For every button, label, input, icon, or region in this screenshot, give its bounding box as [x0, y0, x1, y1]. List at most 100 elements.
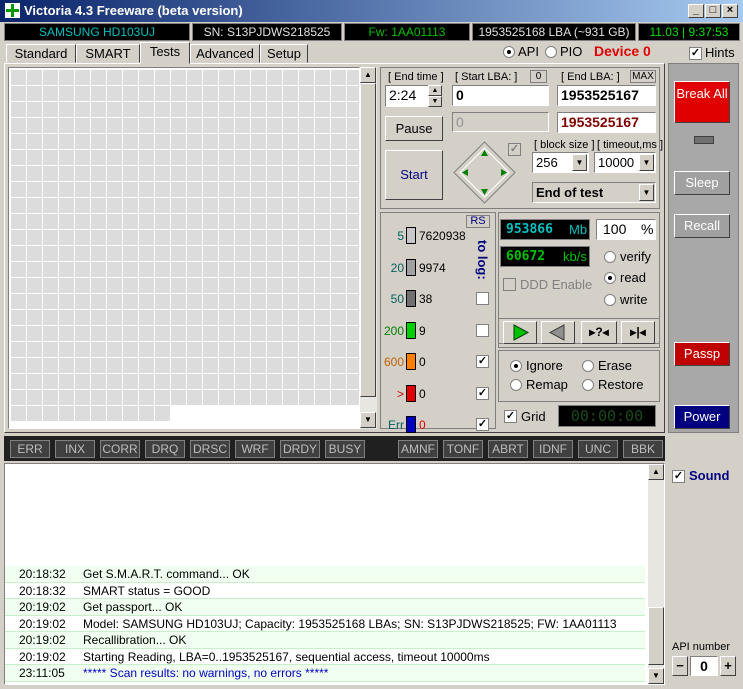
scroll-up-icon[interactable]: ▲: [360, 67, 376, 83]
sound-checkbox[interactable]: ✓: [672, 470, 685, 483]
chevron-down-icon[interactable]: ▼: [639, 184, 654, 201]
rewind-button[interactable]: [541, 321, 575, 344]
start-button[interactable]: Start: [385, 150, 443, 200]
end-lba-field[interactable]: 1953525167: [557, 85, 656, 106]
block-size-select[interactable]: 256 ▼: [532, 152, 589, 173]
erase-radio[interactable]: [582, 360, 594, 372]
start-lba-field[interactable]: 0: [452, 85, 549, 106]
end-lba-field-2[interactable]: 1953525167: [557, 112, 656, 133]
grid-cell: [107, 262, 122, 277]
grid-cell: [347, 310, 359, 325]
grid-cell: [315, 390, 330, 405]
chevron-down-icon[interactable]: ▼: [639, 154, 654, 171]
grid-cell: [267, 150, 282, 165]
ignore-radio[interactable]: [510, 360, 522, 372]
grid-cell: [75, 294, 90, 309]
scroll-thumb[interactable]: [360, 83, 376, 397]
grid-cell: [299, 102, 314, 117]
direction-checkbox[interactable]: ✓: [508, 143, 521, 156]
grid-cell: [59, 278, 74, 293]
write-radio[interactable]: [604, 294, 616, 306]
tab-setup[interactable]: Setup: [260, 44, 308, 63]
grid-cell: [315, 278, 330, 293]
seek-unknown-button[interactable]: ▸?◂: [581, 321, 617, 344]
grid-cell: [187, 150, 202, 165]
device-label[interactable]: Device 0: [594, 43, 651, 59]
remap-radio[interactable]: [510, 379, 522, 391]
grid-cell: [235, 150, 250, 165]
grid-cell: [171, 374, 186, 389]
minimize-button[interactable]: _: [688, 4, 704, 18]
restore-radio[interactable]: [582, 379, 594, 391]
grid-cell: [219, 198, 234, 213]
grid-cell: [11, 182, 26, 197]
grid-cell: [299, 278, 314, 293]
log-checkbox[interactable]: ✓: [476, 418, 489, 431]
log-scroll-thumb[interactable]: [648, 607, 664, 665]
grid-cell: [91, 374, 106, 389]
recall-button[interactable]: Recall: [674, 214, 730, 238]
tab-smart[interactable]: SMART: [76, 44, 140, 63]
grid-cell: [27, 230, 42, 245]
grid-cell: [123, 294, 138, 309]
max-button[interactable]: MAX: [630, 70, 656, 83]
grid-cell: [59, 342, 74, 357]
grid-cell: [75, 278, 90, 293]
tab-tests[interactable]: Tests: [140, 42, 190, 64]
hints-checkbox[interactable]: ✓: [689, 47, 702, 60]
grid-cell: [235, 214, 250, 229]
api-decrement-button[interactable]: −: [672, 656, 688, 676]
grid-cell: [203, 310, 218, 325]
log-checkbox[interactable]: [476, 292, 489, 305]
verify-radio[interactable]: [604, 251, 616, 263]
ddd-checkbox[interactable]: [503, 278, 516, 291]
api-increment-button[interactable]: +: [720, 656, 736, 676]
log-checkbox[interactable]: [476, 323, 489, 337]
play-button[interactable]: [503, 321, 537, 344]
grid-checkbox[interactable]: ✓: [504, 410, 517, 423]
end-time-up-icon[interactable]: ▲: [428, 85, 442, 96]
read-radio[interactable]: [604, 272, 616, 284]
end-action-select[interactable]: End of test ▼: [532, 182, 656, 203]
grid-cell: [251, 358, 266, 373]
sleep-button[interactable]: Sleep: [674, 171, 730, 195]
grid-cell: [203, 102, 218, 117]
grid-scrollbar[interactable]: ▲ ▼: [360, 67, 377, 429]
chevron-down-icon[interactable]: ▼: [572, 154, 587, 171]
grid-cell: [235, 230, 250, 245]
grid-cell: [123, 214, 138, 229]
reset-button[interactable]: RS: [466, 215, 490, 228]
grid-cell: [219, 118, 234, 133]
scroll-down-icon[interactable]: ▼: [360, 412, 376, 428]
scroll-up-icon[interactable]: ▲: [648, 464, 664, 480]
power-button[interactable]: Power: [674, 405, 730, 429]
close-button[interactable]: ×: [722, 4, 738, 18]
scroll-down-icon[interactable]: ▼: [648, 668, 664, 684]
grid-cell: [283, 358, 298, 373]
log-checkbox[interactable]: ✓: [476, 386, 489, 400]
break-all-button[interactable]: Break All: [674, 81, 730, 123]
grid-cell: [203, 118, 218, 133]
seek-end-button[interactable]: ▸|◂: [621, 321, 655, 344]
tab-standard[interactable]: Standard: [6, 44, 76, 63]
passp-button[interactable]: Passp: [674, 342, 730, 366]
maximize-button[interactable]: □: [705, 4, 721, 18]
verify-label: verify: [620, 249, 652, 264]
api-radio[interactable]: [503, 46, 515, 58]
timeout-select[interactable]: 10000 ▼: [594, 152, 656, 173]
grid-cell: [11, 310, 26, 325]
log-checkbox[interactable]: ✓: [476, 355, 489, 368]
pio-radio[interactable]: [545, 46, 557, 58]
grid-cell: [155, 230, 170, 245]
grid-cell: [171, 86, 186, 101]
log-scrollbar[interactable]: ▲ ▼: [648, 464, 664, 684]
grid-cell: [267, 134, 282, 149]
start-lba-zero-button[interactable]: 0: [530, 70, 547, 83]
tab-advanced[interactable]: Advanced: [190, 44, 260, 63]
log-message: Get S.M.A.R.T. command... OK: [83, 567, 250, 581]
api-number-field[interactable]: 0: [690, 656, 718, 676]
grid-cell: [315, 262, 330, 277]
end-time-field[interactable]: 2:24: [385, 85, 429, 107]
end-time-down-icon[interactable]: ▼: [428, 96, 442, 107]
pause-button[interactable]: Pause: [385, 116, 443, 141]
